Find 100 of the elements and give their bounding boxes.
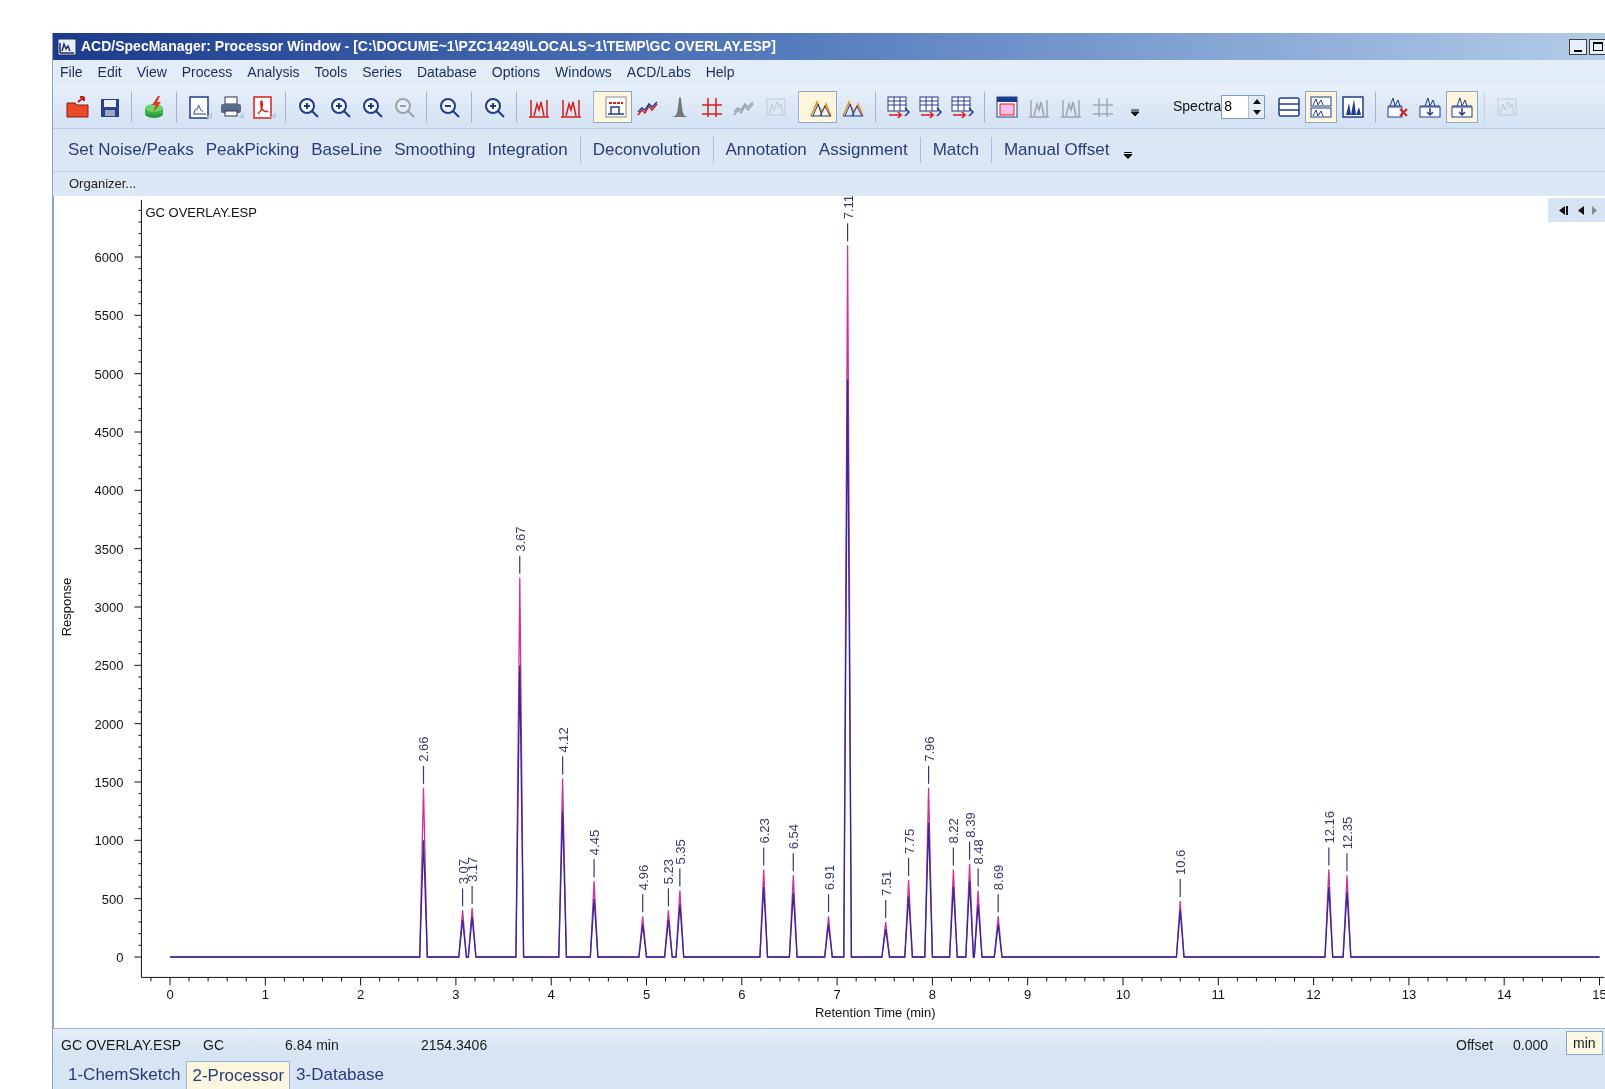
- x-tick-label: 13: [1401, 987, 1417, 1003]
- menu-item[interactable]: Edit: [97, 62, 122, 83]
- x-tick-label: 14: [1496, 987, 1512, 1003]
- app-icon: [57, 37, 77, 56]
- x-tick-label: 9: [1024, 987, 1032, 1003]
- x-tick-label: 10: [1115, 987, 1131, 1003]
- leader-line: [997, 893, 999, 913]
- overlay-peaks-icon[interactable]: [798, 90, 837, 123]
- x-tick-label: 0: [166, 987, 174, 1003]
- x-tick-label: 3: [452, 987, 460, 1003]
- leader-line: [1328, 846, 1330, 867]
- spectra-spinner[interactable]: 8: [1221, 94, 1266, 119]
- x-tick-label: 8: [928, 987, 936, 1003]
- y-tick-label: 3000: [94, 600, 124, 615]
- next-icon[interactable]: [1592, 204, 1597, 216]
- menu-item[interactable]: Tools: [314, 62, 348, 83]
- peak-label: 7.51: [878, 870, 894, 896]
- peak-label: 4.45: [587, 829, 603, 856]
- y-tick-label: 6000: [94, 250, 124, 265]
- y-tick-label: 500: [101, 891, 124, 907]
- menu-item[interactable]: View: [136, 62, 167, 83]
- leader-line: [1179, 878, 1181, 898]
- peak-label: 6.23: [756, 818, 772, 844]
- window-tab[interactable]: 1-ChemSketch: [62, 1061, 187, 1089]
- x-axis-title: Retention Time (min): [814, 1005, 936, 1021]
- menu-item[interactable]: Options: [491, 62, 541, 83]
- y-tick-label: 1000: [94, 833, 124, 849]
- x-tick-label: 1: [261, 987, 269, 1003]
- menu-item[interactable]: ACD/Labs: [626, 62, 691, 83]
- process-tab[interactable]: Match: [919, 137, 985, 163]
- minimize-button[interactable]: [1569, 38, 1587, 55]
- peak-label: 6.54: [786, 824, 802, 850]
- maximize-button[interactable]: [1589, 38, 1605, 55]
- leader-line: [562, 755, 564, 776]
- first-page-icon[interactable]: [1558, 204, 1569, 216]
- window-tab[interactable]: 3-Database: [290, 1061, 390, 1089]
- menu-item[interactable]: Help: [705, 62, 735, 83]
- leader-line: [461, 887, 464, 907]
- leader-line: [885, 899, 887, 919]
- chart-document-icon[interactable]: [176, 90, 215, 123]
- spectrum-tray-icon[interactable]: [1446, 90, 1479, 123]
- process-tab[interactable]: Set Noise/Peaks: [62, 137, 200, 163]
- stacked-spectra-icon[interactable]: [1305, 90, 1338, 123]
- organizer-label[interactable]: Organizer...: [69, 174, 137, 194]
- peak-label: 4.96: [635, 864, 651, 891]
- spectrum-icon[interactable]: [593, 90, 632, 123]
- leader-line: [792, 852, 794, 872]
- leader-line: [908, 857, 910, 877]
- menu-item[interactable]: Windows: [555, 62, 612, 83]
- peak-label: 7.11: [840, 196, 856, 220]
- x-tick-label: 6: [738, 987, 746, 1003]
- status-text: GC: [203, 1036, 224, 1055]
- window-tab[interactable]: 2-Processor: [186, 1061, 291, 1089]
- leader-line: [952, 846, 954, 867]
- status-text: 6.84 min: [285, 1036, 339, 1055]
- x-tick-label: 5: [642, 987, 651, 1003]
- process-tab[interactable]: PeakPicking: [199, 137, 306, 163]
- peak-label: 10.6: [1173, 849, 1189, 875]
- leader-line: [471, 885, 473, 905]
- x-tick-label: 12: [1306, 987, 1321, 1003]
- leader-line: [1346, 852, 1348, 872]
- peak-label: 3.67: [512, 526, 528, 552]
- peak-label: 8.48: [971, 839, 987, 865]
- peak-label: 6.91: [821, 864, 837, 891]
- process-tab[interactable]: Integration: [481, 137, 574, 163]
- process-tab[interactable]: Smoothing: [388, 137, 482, 163]
- process-tab[interactable]: Deconvolution: [579, 137, 707, 163]
- menu-item[interactable]: Analysis: [247, 62, 300, 83]
- peak-label: 8.39: [962, 812, 978, 838]
- y-tick-label: 4500: [94, 425, 124, 440]
- menu-item[interactable]: Process: [181, 62, 233, 83]
- leader-line: [642, 893, 644, 913]
- unit-button[interactable]: min: [1566, 1031, 1603, 1055]
- x-tick-label: 4: [547, 987, 555, 1003]
- leader-line: [763, 846, 765, 867]
- y-tick-label: 4000: [94, 483, 124, 499]
- x-tick-label: 2: [357, 987, 365, 1003]
- peak-label: 2.66: [416, 736, 432, 762]
- down-arrow-icon[interactable]: [1252, 109, 1261, 115]
- menu-item[interactable]: Database: [416, 62, 477, 83]
- process-tab[interactable]: Assignment: [812, 137, 914, 163]
- spectrum-title: GC OVERLAY.ESP: [145, 205, 257, 220]
- leader-line: [977, 867, 979, 888]
- peak-label: 7.75: [901, 828, 917, 854]
- y-tick-label: 5500: [94, 308, 124, 324]
- overflow-caret-icon[interactable]: [1123, 150, 1134, 160]
- x-tick-label: 11: [1211, 987, 1226, 1003]
- spectra-label: Spectra: [1173, 97, 1222, 116]
- process-tab[interactable]: Annotation: [712, 137, 813, 163]
- menu-item[interactable]: File: [60, 62, 83, 83]
- menu-item[interactable]: Series: [362, 62, 402, 83]
- peak-label: 8.22: [946, 818, 962, 844]
- leader-line: [593, 858, 595, 878]
- previous-icon[interactable]: [1577, 204, 1584, 216]
- y-tick-label: 2500: [94, 658, 124, 674]
- leader-line: [519, 555, 521, 575]
- status-text: 2154.3406: [421, 1036, 488, 1055]
- process-tab[interactable]: Manual Offset: [990, 137, 1116, 163]
- up-arrow-icon[interactable]: [1252, 98, 1261, 104]
- process-tab[interactable]: BaseLine: [305, 137, 389, 163]
